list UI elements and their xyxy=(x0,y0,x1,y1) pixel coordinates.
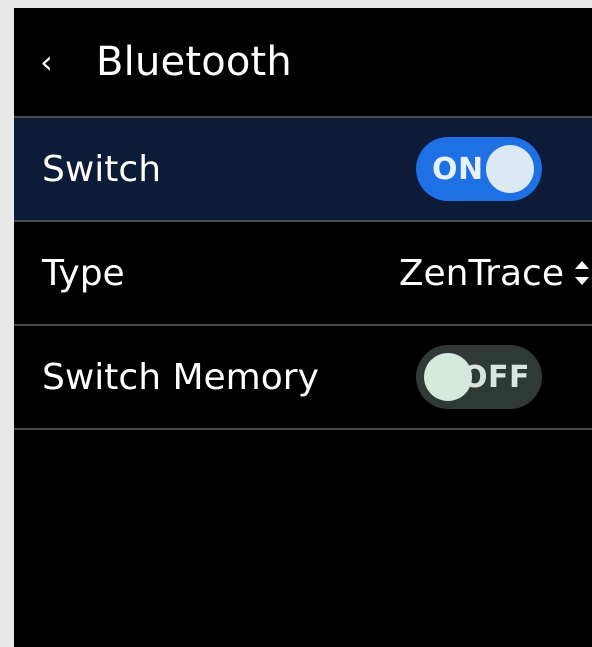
sort-icon xyxy=(570,256,592,290)
sort-icon-svg xyxy=(575,261,589,285)
switch-row[interactable]: Switch ON xyxy=(14,118,592,222)
switch-memory-toggle[interactable]: OFF xyxy=(416,345,542,409)
switch-label: Switch xyxy=(42,148,162,190)
back-button[interactable]: ‹ xyxy=(40,46,82,78)
switch-memory-row[interactable]: Switch Memory OFF xyxy=(14,326,592,430)
type-value: ZenTrace xyxy=(398,252,564,294)
type-select[interactable]: ZenTrace xyxy=(399,253,592,294)
empty-list-area xyxy=(14,430,592,640)
page-header: ‹ Bluetooth xyxy=(14,8,592,116)
switch-toggle[interactable]: ON xyxy=(416,137,542,201)
page-title: Bluetooth xyxy=(96,39,292,85)
type-row[interactable]: Type ZenTrace xyxy=(14,222,592,326)
bluetooth-settings-screen: ‹ Bluetooth Switch ON Type ZenTrace Swit… xyxy=(14,8,592,647)
switch-memory-label: Switch Memory xyxy=(42,356,319,398)
type-label: Type xyxy=(42,252,125,294)
switch-toggle-state: ON xyxy=(432,151,484,187)
switch-toggle-knob xyxy=(486,145,534,193)
switch-memory-toggle-state: OFF xyxy=(462,359,530,395)
chevron-left-icon: ‹ xyxy=(40,43,53,81)
